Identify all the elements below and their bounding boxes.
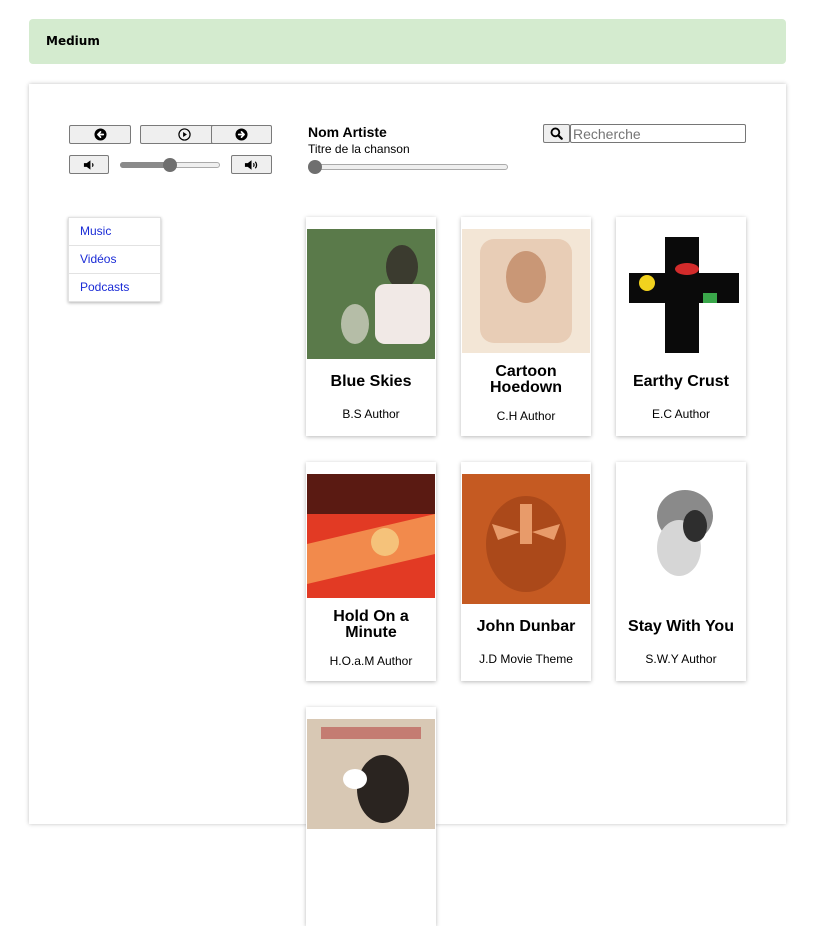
- player-panel: Nom Artiste Titre de la chanson Music Vi…: [29, 84, 786, 926]
- album-author: J.D Movie Theme: [479, 652, 573, 666]
- arrow-left-circle-icon: [93, 128, 107, 141]
- album-cover: [307, 474, 435, 598]
- album-cover: [307, 229, 435, 359]
- nav-item-podcasts[interactable]: Podcasts: [68, 273, 161, 302]
- nav-item-music[interactable]: Music: [68, 217, 161, 245]
- album-card-john-dunbar[interactable]: John Dunbar J.D Movie Theme: [461, 462, 591, 681]
- album-title: Blue Skies: [330, 373, 412, 390]
- volume-up-icon: [244, 159, 257, 170]
- album-title: Earthy Crust: [632, 373, 730, 390]
- search-button[interactable]: [543, 124, 570, 143]
- album-card-cartoon-hoedown[interactable]: Cartoon Hoedown C.H Author: [461, 217, 591, 436]
- album-title: Stay With You: [628, 618, 734, 635]
- category-nav: Music Vidéos Podcasts: [68, 217, 161, 302]
- progress-slider[interactable]: [308, 160, 508, 174]
- album-card-7[interactable]: [306, 707, 436, 926]
- album-cover: [462, 474, 590, 604]
- album-author: E.C Author: [651, 407, 711, 421]
- album-author: S.W.Y Author: [645, 652, 717, 666]
- album-card-stay-with-you[interactable]: Stay With You S.W.Y Author: [616, 462, 746, 681]
- volume-down-icon: [83, 159, 94, 170]
- album-author: B.S Author: [342, 407, 400, 421]
- song-title: Titre de la chanson: [308, 142, 410, 156]
- progress-thumb[interactable]: [308, 160, 322, 174]
- album-author: C.H Author: [496, 409, 556, 423]
- album-author: H.O.a.M Author: [329, 654, 413, 668]
- album-card-blue-skies[interactable]: Blue Skies B.S Author: [306, 217, 436, 436]
- previous-button[interactable]: [69, 125, 131, 144]
- search-input[interactable]: [570, 124, 746, 143]
- album-title: John Dunbar: [476, 618, 576, 635]
- album-title: Hold On a Minute: [333, 608, 409, 641]
- album-cover: [617, 235, 745, 357]
- volume-down-button[interactable]: [69, 155, 109, 174]
- notification-banner: Medium: [29, 19, 786, 64]
- album-cover: [307, 719, 435, 829]
- volume-slider[interactable]: [120, 158, 220, 172]
- artist-name: Nom Artiste: [308, 124, 387, 140]
- nav-item-videos[interactable]: Vidéos: [68, 245, 161, 273]
- album-cover: [462, 229, 590, 353]
- banner-label: Medium: [46, 34, 100, 48]
- next-button[interactable]: [211, 125, 272, 144]
- volume-thumb[interactable]: [163, 158, 177, 172]
- album-card-hold-on-a-minute[interactable]: Hold On a Minute H.O.a.M Author: [306, 462, 436, 681]
- volume-up-button[interactable]: [231, 155, 272, 174]
- search-icon: [550, 127, 563, 140]
- arrow-right-circle-icon: [235, 128, 248, 141]
- album-title: Cartoon Hoedown: [490, 363, 562, 396]
- progress-track: [308, 164, 508, 170]
- album-cover: [617, 486, 745, 592]
- play-circle-icon: [178, 128, 191, 141]
- album-card-earthy-crust[interactable]: Earthy Crust E.C Author: [616, 217, 746, 436]
